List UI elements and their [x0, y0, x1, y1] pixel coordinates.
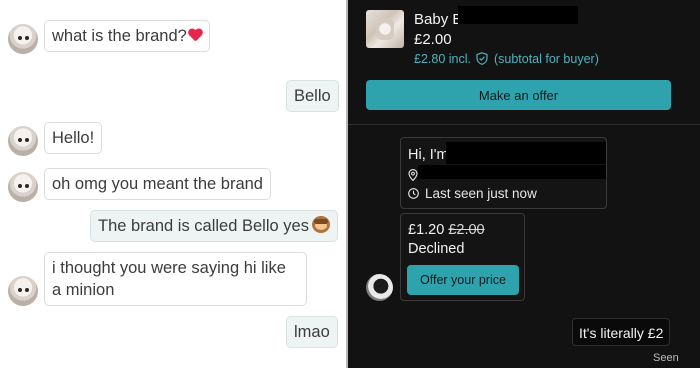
message-bubble: what is the brand? — [44, 20, 210, 52]
message-text: Bello — [294, 87, 331, 105]
message-text: Hello! — [52, 129, 95, 147]
incl-price: £2.80 incl. — [414, 52, 471, 66]
offered-price: £1.20 — [408, 222, 445, 238]
make-offer-button[interactable]: Make an offer — [366, 80, 671, 110]
heart-icon — [188, 29, 202, 42]
incl-note: (subtotal for buyer) — [493, 52, 599, 66]
my-message-bubble: It's literally £2 — [572, 318, 670, 346]
header-separator — [348, 124, 700, 125]
left-chat-panel: what is the brand? Bello Hello! oh omg y… — [0, 0, 346, 368]
location-pin-icon — [408, 169, 418, 181]
offer-card: £1.20 £2.00 Declined Offer your price — [400, 213, 525, 301]
right-chat-panel: Baby B £2.00 £2.80 incl. (subtotal for b… — [348, 0, 700, 368]
message-text: what is the brand? — [52, 27, 187, 45]
message-bubble: Hello! — [44, 122, 103, 154]
contact-avatar[interactable] — [8, 172, 38, 202]
offer-status: Declined — [408, 241, 465, 257]
last-seen-text: Last seen just now — [425, 186, 537, 201]
seller-avatar[interactable] — [366, 274, 393, 301]
seen-status: Seen — [653, 352, 679, 364]
redaction-bar — [418, 165, 606, 179]
message-bubble-own: Bello — [286, 80, 339, 112]
monkey-icon — [311, 216, 330, 233]
message-bubble-own: The brand is called Bello yes — [90, 210, 338, 242]
offer-your-price-button[interactable]: Offer your price — [407, 265, 519, 295]
buyer-subtotal[interactable]: £2.80 incl. (subtotal for buyer) — [414, 52, 599, 66]
redaction-bar — [446, 142, 606, 164]
message-bubble-own: lmao — [286, 316, 338, 348]
profile-greeting: Hi, I'm — [408, 147, 449, 163]
shield-check-icon — [476, 52, 489, 65]
item-price: £2.00 — [414, 31, 452, 48]
offer-price: £1.20 £2.00 — [408, 222, 485, 238]
contact-avatar[interactable] — [8, 24, 38, 54]
original-price: £2.00 — [448, 222, 485, 238]
message-text: oh omg you meant the brand — [52, 175, 263, 193]
message-text: The brand is called Bello yes — [98, 217, 309, 235]
contact-avatar[interactable] — [8, 126, 38, 156]
clock-icon — [408, 188, 419, 199]
redaction-bar — [458, 6, 578, 24]
item-thumbnail[interactable] — [366, 10, 404, 48]
contact-avatar[interactable] — [8, 276, 38, 306]
message-text: i thought you were saying hi like a mini… — [52, 259, 286, 299]
message-text: It's literally £2 — [579, 325, 664, 341]
message-bubble: oh omg you meant the brand — [44, 168, 271, 200]
message-text: lmao — [294, 323, 330, 341]
message-bubble: i thought you were saying hi like a mini… — [44, 252, 307, 306]
item-title[interactable]: Baby B — [414, 11, 462, 28]
